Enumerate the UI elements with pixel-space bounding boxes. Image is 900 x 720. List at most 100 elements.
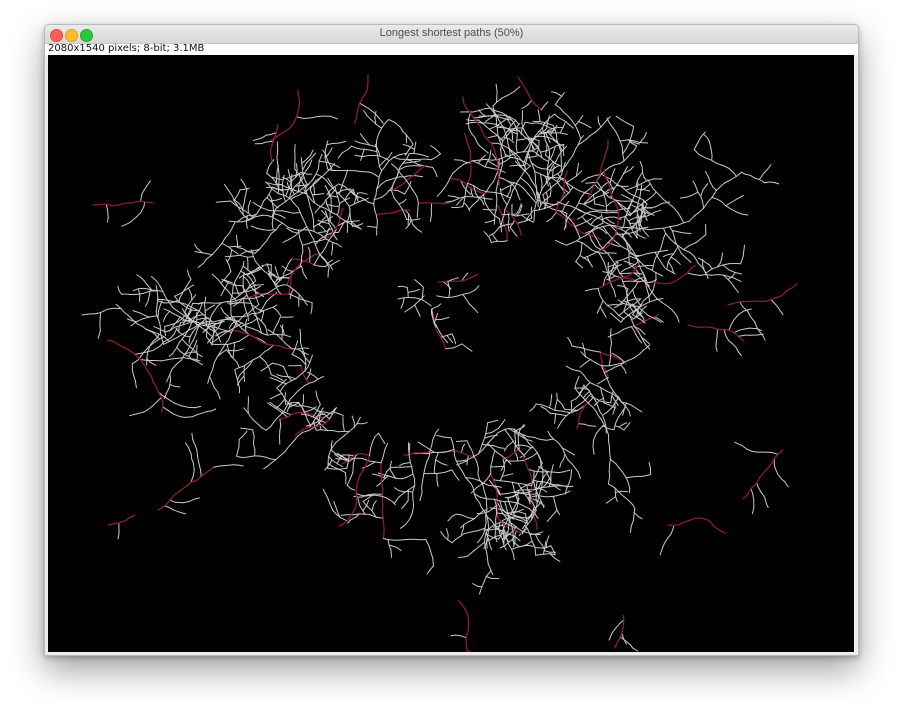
longest-path-segment [727,303,734,306]
branch-segment [554,502,558,511]
branch-segment [585,211,591,214]
branch-segment [511,481,519,484]
branch-segment [584,189,590,193]
branch-segment [629,525,632,533]
branch-segment [307,241,314,245]
branch-segment [270,374,278,378]
branch-segment [468,303,475,310]
branch-segment [642,301,651,306]
branch-segment [709,180,714,188]
branch-segment [273,333,280,336]
branch-segment [572,148,577,157]
branch-segment [211,381,215,389]
branch-segment [617,285,624,287]
branch-segment [243,290,249,293]
branch-segment [153,326,161,330]
branch-segment [516,527,523,532]
branch-segment [533,436,541,440]
branch-segment [514,119,520,125]
branch-segment [321,226,326,232]
branch-segment [290,393,296,400]
branch-segment [385,497,393,502]
branch-segment [131,359,139,365]
branch-segment [506,491,515,495]
longest-path-segment [497,169,500,179]
branch-segment [570,205,576,209]
branch-segment [609,458,617,465]
branch-segment [632,504,636,509]
branch-segment [603,261,608,271]
branch-segment [180,322,188,326]
branch-segment [593,210,602,213]
branch-segment [269,199,278,202]
branch-segment [635,334,640,340]
branch-segment [118,290,123,295]
branch-segment [618,467,623,473]
image-canvas[interactable] [48,55,854,652]
branch-segment [625,402,632,406]
branch-segment [498,447,505,449]
branch-segment [622,422,628,425]
branch-segment [540,178,543,185]
longest-path-segment [481,130,487,139]
branch-segment [255,296,260,305]
longest-path-segment [105,203,113,207]
branch-segment [561,205,565,212]
branch-segment [497,126,505,129]
branch-segment [389,469,394,476]
branch-segment [642,347,647,351]
branch-segment [261,264,268,266]
branch-segment [616,185,625,187]
longest-path-segment [307,254,315,260]
longest-path-segment [338,523,345,527]
branch-segment [607,266,610,273]
branch-segment [161,359,168,362]
branch-segment [623,326,632,330]
branch-segment [570,469,573,478]
branch-segment [237,464,244,467]
branch-segment [296,405,304,407]
branch-segment [175,333,184,339]
branch-segment [639,350,644,355]
longest-path-segment [279,416,289,420]
branch-segment [581,139,587,144]
branch-segment [210,340,216,344]
longest-path-segment [279,130,286,136]
branch-segment [633,280,640,283]
branch-segment [431,438,434,447]
branch-segment [506,138,509,145]
branch-segment [297,347,305,350]
branch-segment [645,286,649,295]
branch-segment [520,214,528,220]
longest-path-segment [517,76,523,84]
branch-segment [581,213,587,217]
branch-segment [301,250,304,257]
branch-segment [533,155,540,158]
branch-segment [507,119,512,126]
branch-segment [246,428,254,431]
branch-segment [313,187,316,196]
longest-path-segment [290,412,298,416]
branch-segment [455,475,460,481]
branch-segment [553,494,562,497]
branch-segment [533,209,540,212]
branch-segment [466,189,472,195]
branch-segment [252,436,255,444]
longest-path-segment [777,449,784,455]
branch-segment [492,419,499,422]
branch-segment [513,554,515,560]
branch-segment [594,361,603,367]
branch-segment [309,188,313,196]
branch-segment [300,384,306,389]
branch-segment [310,198,315,203]
branch-segment [372,473,380,476]
branch-segment [231,300,238,303]
branch-segment [511,548,514,555]
branch-segment [307,300,313,304]
branch-segment [487,421,494,424]
branch-segment [445,200,454,203]
branch-segment [700,195,704,203]
branch-segment [224,338,230,345]
branch-segment [467,552,472,557]
title-bar[interactable]: Longest shortest paths (50%) [45,25,858,44]
